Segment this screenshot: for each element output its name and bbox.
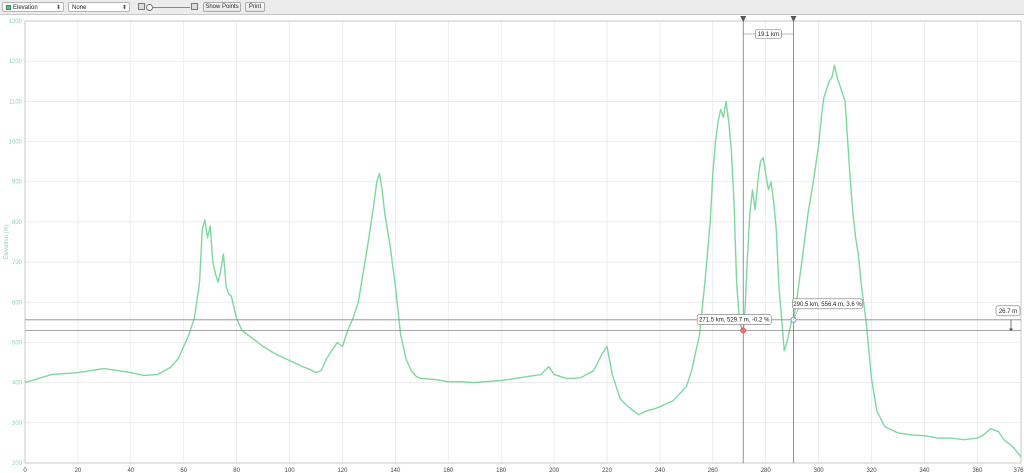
overlay-select[interactable]: None ⬍: [68, 2, 130, 12]
y-tick-label: 900: [12, 180, 23, 186]
chevron-updown-icon: ⬍: [121, 5, 127, 11]
x-tick-label: 360: [972, 468, 983, 473]
x-tick-label: 20: [75, 468, 82, 473]
x-tick-label: 60: [180, 468, 187, 473]
elevation-profile-icon: [6, 5, 11, 10]
chevron-updown-icon: ⬍: [55, 5, 61, 11]
y-axis-label: Elevation (m): [4, 224, 10, 259]
x-tick-label: 340: [919, 468, 930, 473]
zoom-slider-track[interactable]: [150, 7, 190, 8]
elevation-diff-arrow-icon: [1009, 328, 1013, 332]
x-tick-label: 240: [655, 468, 666, 473]
x-tick-label: 80: [233, 468, 240, 473]
x-axis-ticks: 0 20 40 60 80 100 120 140 160 180 200 220 240 260 280 3…: [23, 468, 1024, 473]
x-tick-label: 220: [602, 468, 613, 473]
y-tick-label: 400: [12, 381, 23, 387]
marker-a-label: 271.5 km, 529.7 m, -0.2 %: [699, 318, 770, 324]
profile-select[interactable]: Elevation ⬍: [2, 2, 64, 12]
zoom-out-icon[interactable]: [138, 3, 145, 10]
marker-b-label: 290.5 km, 556.4 m, 3.6 %: [793, 302, 862, 308]
x-tick-label: 280: [761, 468, 772, 473]
x-tick-label: 0: [23, 468, 27, 473]
chart-grid: [24, 20, 1022, 464]
y-tick-label: 200: [12, 461, 23, 467]
print-button[interactable]: Print: [245, 2, 265, 12]
zoom-slider-handle[interactable]: [146, 4, 153, 11]
y-tick-label: 1100: [9, 99, 23, 105]
zoom-in-icon[interactable]: [191, 3, 198, 10]
y-tick-label: 500: [12, 340, 23, 346]
x-tick-label: 180: [496, 468, 507, 473]
toolbar: Elevation ⬍ None ⬍ Show Points Print: [0, 0, 1024, 15]
span-label: 19.1 km: [758, 32, 779, 38]
y-tick-label: 700: [12, 260, 23, 266]
x-tick-label: 100: [285, 468, 296, 473]
x-tick-label: 140: [390, 468, 401, 473]
x-tick-label: 200: [549, 468, 560, 473]
y-axis-ticks: 200 300 400 500 600 700 800 900 1000 1100 1200 1300: [9, 19, 23, 467]
x-tick-label: 300: [814, 468, 825, 473]
x-tick-label: 40: [127, 468, 134, 473]
x-tick-label: 160: [443, 468, 454, 473]
x-tick-label: 320: [867, 468, 878, 473]
y-tick-label: 800: [12, 220, 23, 226]
y-tick-label: 1200: [9, 59, 23, 65]
x-tick-label: 376.5: [1013, 468, 1024, 473]
elevation-diff-label: 26.7 m: [999, 309, 1017, 315]
y-tick-label: 300: [12, 421, 23, 427]
y-tick-label: 1000: [9, 140, 23, 146]
x-tick-label: 260: [708, 468, 719, 473]
elevation-chart[interactable]: 2003004005006007008009001000110012001300…: [0, 15, 1024, 473]
show-points-button[interactable]: Show Points: [203, 2, 241, 12]
x-tick-label: 120: [337, 468, 348, 473]
y-tick-label: 600: [12, 300, 23, 306]
y-tick-label: 1300: [9, 19, 23, 25]
